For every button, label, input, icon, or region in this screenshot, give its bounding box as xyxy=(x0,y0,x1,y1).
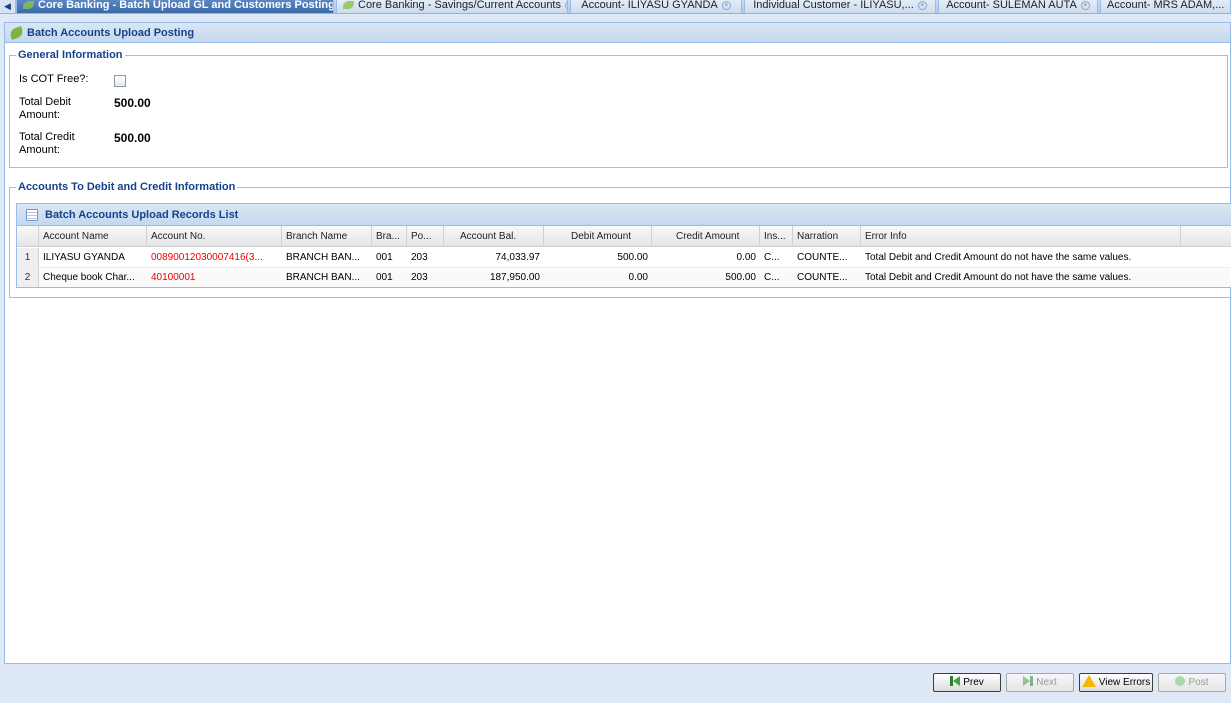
column-header[interactable]: Account Bal. xyxy=(444,226,544,247)
tab-account-iliyasu[interactable]: Account- ILIYASU GYANDA × xyxy=(570,0,742,13)
list-icon xyxy=(26,209,38,221)
column-header[interactable]: Narration xyxy=(793,226,861,247)
footer-toolbar: Prev Next View Errors Post xyxy=(0,665,1231,703)
row-number: 1 xyxy=(17,248,39,267)
tab-savings-current[interactable]: Core Banking - Savings/Current Accounts× xyxy=(336,0,568,13)
column-header[interactable]: Branch Name xyxy=(282,226,372,247)
column-header[interactable]: Ins... xyxy=(760,226,793,247)
close-icon[interactable]: × xyxy=(1080,0,1090,10)
narration-cell: COUNTE... xyxy=(797,272,848,283)
tab-batch-upload[interactable]: Core Banking - Batch Upload GL and Custo… xyxy=(16,0,334,13)
account-no-cell: 00890012030007416(3... xyxy=(151,252,263,263)
prev-button[interactable]: Prev xyxy=(933,673,1001,692)
leaf-icon xyxy=(23,1,34,10)
accounts-legend: Accounts To Debit and Credit Information xyxy=(18,181,236,193)
tab-scroll-left-icon[interactable]: ◀ xyxy=(0,0,16,13)
credit-amount-cell: 0.00 xyxy=(736,252,756,263)
post-button[interactable]: Post xyxy=(1158,673,1226,692)
cot-free-checkbox[interactable] xyxy=(114,75,126,87)
column-header[interactable]: Credit Amount xyxy=(652,226,760,247)
debit-amount-cell: 500.00 xyxy=(617,252,648,263)
cot-label: Is COT Free?: xyxy=(19,73,89,85)
account-balance-cell: 74,033.97 xyxy=(495,252,541,263)
prev-icon xyxy=(950,676,961,687)
leaf-icon xyxy=(343,1,354,10)
table-row[interactable]: 2 Cheque book Char... 40100001 BRANCH BA… xyxy=(17,268,1231,287)
total-credit-label: Total Credit Amount: xyxy=(19,131,75,156)
column-header[interactable]: Account Name xyxy=(39,226,147,247)
column-header[interactable]: Po... xyxy=(407,226,444,247)
batch-posting-panel: Batch Accounts Upload Posting General In… xyxy=(4,22,1231,664)
branch-code-cell: 001 xyxy=(376,252,393,263)
records-grid: Batch Accounts Upload Records List Accou… xyxy=(16,203,1231,288)
close-icon[interactable]: × xyxy=(917,0,927,10)
table-row[interactable]: 1 ILIYASU GYANDA 00890012030007416(3... … xyxy=(17,248,1231,268)
branch-name-cell: BRANCH BAN... xyxy=(286,272,360,283)
grid-title-bar: Batch Accounts Upload Records List xyxy=(17,204,1231,226)
tab-bar: ◀ Core Banking - Batch Upload GL and Cus… xyxy=(0,0,1231,14)
grid-header: Account Name Account No. Branch Name Bra… xyxy=(17,226,1231,247)
general-information-legend: General Information xyxy=(18,49,123,61)
posting-cell: 203 xyxy=(411,252,428,263)
close-icon[interactable]: × xyxy=(721,0,731,10)
account-name-cell: ILIYASU GYANDA xyxy=(43,252,125,263)
column-header[interactable]: Error Info xyxy=(861,226,1181,247)
view-errors-button[interactable]: View Errors xyxy=(1079,673,1153,692)
check-circle-icon xyxy=(1175,676,1186,687)
instrument-cell: C... xyxy=(764,252,780,263)
total-debit-label: Total Debit Amount: xyxy=(19,96,71,121)
grid-title: Batch Accounts Upload Records List xyxy=(45,209,239,221)
warning-icon xyxy=(1081,675,1096,688)
branch-name-cell: BRANCH BAN... xyxy=(286,252,360,263)
account-no-cell: 40100001 xyxy=(151,272,196,283)
error-info-cell: Total Debit and Credit Amount do not hav… xyxy=(865,252,1132,263)
leaf-icon xyxy=(8,26,25,40)
debit-amount-cell: 0.00 xyxy=(628,272,648,283)
account-name-cell: Cheque book Char... xyxy=(43,272,135,283)
column-header[interactable]: Debit Amount xyxy=(544,226,652,247)
panel-title: Batch Accounts Upload Posting xyxy=(27,27,195,39)
column-header[interactable]: Account No. xyxy=(147,226,282,247)
column-header[interactable]: Bra... xyxy=(372,226,407,247)
panel-header: Batch Accounts Upload Posting xyxy=(5,23,1230,43)
next-icon xyxy=(1023,676,1034,687)
row-number: 2 xyxy=(17,268,39,287)
rownum-header xyxy=(17,226,39,247)
error-info-cell: Total Debit and Credit Amount do not hav… xyxy=(865,272,1132,283)
account-balance-cell: 187,950.00 xyxy=(489,272,540,283)
posting-cell: 203 xyxy=(411,272,428,283)
tab-individual-customer[interactable]: Individual Customer - ILIYASU,... × xyxy=(744,0,936,13)
next-button[interactable]: Next xyxy=(1006,673,1074,692)
branch-code-cell: 001 xyxy=(376,272,393,283)
total-credit-value: 500.00 xyxy=(114,131,151,145)
close-icon[interactable]: × xyxy=(565,0,567,10)
narration-cell: COUNTE... xyxy=(797,252,848,263)
general-information-fieldset: General Information xyxy=(9,49,1228,168)
instrument-cell: C... xyxy=(764,272,780,283)
total-debit-value: 500.00 xyxy=(114,96,151,110)
tab-account-mrs-adam[interactable]: Account- MRS ADAM,... xyxy=(1100,0,1231,13)
tab-account-suleman[interactable]: Account- SULEMAN AUTA × xyxy=(938,0,1098,13)
credit-amount-cell: 500.00 xyxy=(725,272,756,283)
